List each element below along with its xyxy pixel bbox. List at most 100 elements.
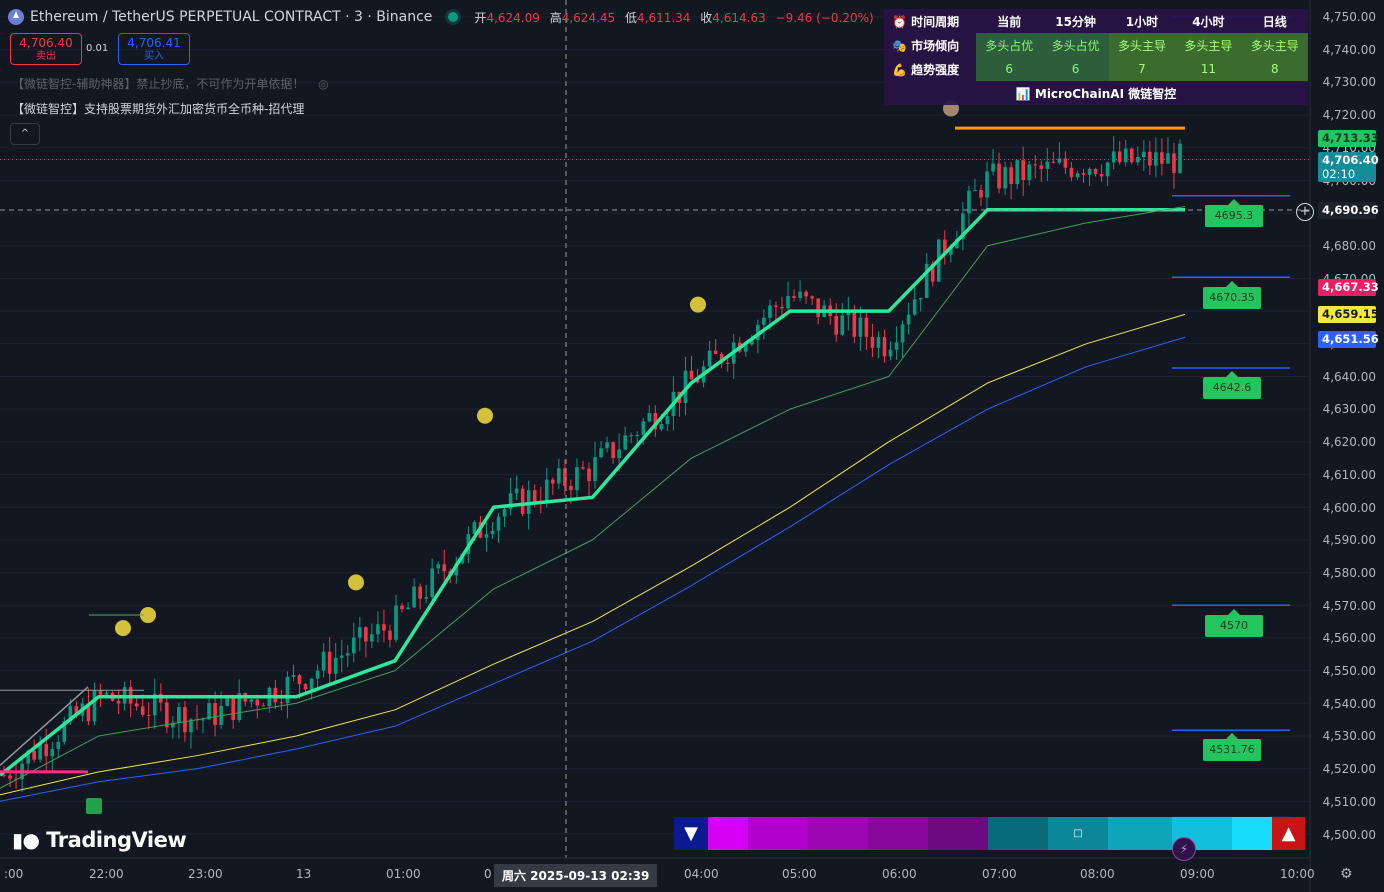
time-axis-label: 06:00: [882, 867, 917, 881]
table-cell: 6: [1042, 57, 1109, 81]
eye-hidden-icon[interactable]: ◎: [318, 77, 328, 91]
candle-body: [1123, 148, 1128, 163]
candle-body: [810, 296, 814, 299]
time-axis-label: 22:00: [89, 867, 124, 881]
spread-value: 0.01: [86, 43, 109, 54]
candle-body: [991, 163, 995, 172]
candle-body: [1033, 164, 1038, 166]
series-line-ma-blue: [0, 336, 1186, 802]
price-axis-label: 4,500.00: [1322, 827, 1376, 842]
chart-icon: 📊: [1015, 86, 1031, 101]
time-axis-label: 04:00: [684, 867, 719, 881]
candle-body: [1015, 160, 1019, 185]
collapse-legend-button[interactable]: ^: [10, 123, 40, 145]
arrow-up-icon: ▲: [1272, 817, 1305, 850]
price-axis-label: 4,530.00: [1322, 729, 1376, 744]
time-axis-label: 23:00: [188, 867, 223, 881]
candle-body: [104, 692, 109, 695]
add-alert-button[interactable]: +: [1296, 203, 1314, 221]
table-cell: 多头主导: [1175, 33, 1242, 57]
table-row-strength: 💪 趋势强度 6 6 7 11 8: [884, 57, 1308, 81]
indicator-legend-2[interactable]: 【微链智控】支持股票期货外汇加密货币全币种-招代理: [12, 100, 304, 117]
candle-body: [50, 748, 55, 757]
price-tag: 4,667.33: [1318, 279, 1379, 296]
signal-dot: [115, 620, 131, 637]
candle-body: [599, 448, 603, 458]
candle-body: [514, 488, 519, 494]
candle-body: [774, 305, 778, 307]
table-footer: 📊 MicroChainAI 微链智控: [1015, 86, 1177, 101]
momentum-segment: [1232, 817, 1272, 850]
signal-dot: [477, 407, 493, 424]
candle-body: [834, 315, 839, 335]
time-axis-label: 07:00: [982, 867, 1017, 881]
candle-body: [364, 627, 368, 642]
momentum-segment: [708, 817, 748, 850]
candle-body: [177, 706, 181, 723]
candle-body: [231, 697, 235, 721]
gear-icon[interactable]: ⚙: [1340, 866, 1353, 882]
table-header-cell: 15分钟: [1055, 14, 1096, 29]
time-axis-label: :00: [4, 867, 24, 881]
candle-body: [593, 457, 597, 482]
candle-body: [333, 657, 338, 674]
candle-body: [134, 703, 139, 707]
candle-body: [1069, 167, 1074, 178]
candle-body: [140, 706, 145, 715]
ohlc-values: 开4,624.09 高4,624.45 低4,611.34 收4,614.63 …: [474, 10, 874, 25]
candle-body: [1160, 152, 1164, 164]
time-axis-label: 05:00: [782, 867, 817, 881]
candle-body: [339, 655, 344, 658]
table-cell: 多头主导: [1108, 33, 1176, 57]
signal-level-box: 4570: [1205, 609, 1263, 637]
price-axis-label: 4,510.00: [1322, 794, 1376, 809]
price-axis-label: 4,620.00: [1322, 435, 1376, 450]
candle-body: [551, 479, 555, 484]
candle-body: [424, 597, 428, 599]
price-axis-label: 4,570.00: [1322, 598, 1376, 613]
candle-body: [207, 703, 211, 720]
candle-body: [98, 690, 103, 695]
candle-body: [309, 678, 314, 690]
momentum-segment: [748, 817, 808, 850]
candle-body: [1142, 151, 1146, 157]
candle-body: [430, 568, 434, 598]
sell-button[interactable]: 4,706.40 卖出: [10, 33, 82, 65]
signal-level-box: 4642.6: [1203, 371, 1261, 399]
candle-body: [92, 690, 97, 722]
candle-body: [297, 675, 302, 685]
signal-level-box: 4695.3: [1205, 199, 1263, 227]
candle-body: [557, 468, 561, 484]
indicator-legend-1[interactable]: 【微链智控-辅助神器】禁止抄底，不可作为开单依据！ ◎: [12, 75, 329, 92]
price-axis-label: 4,720.00: [1322, 108, 1376, 123]
candle-body: [894, 342, 899, 350]
candle-body: [816, 298, 820, 317]
price-axis-label: 4,750.00: [1322, 10, 1376, 24]
price-axis-label: 4,520.00: [1322, 762, 1376, 777]
candle-body: [665, 416, 670, 425]
candle-body: [707, 350, 712, 367]
candle-body: [798, 291, 802, 298]
candle-body: [376, 624, 380, 635]
candle-body: [713, 350, 718, 355]
price-tag: 4,651.56: [1318, 331, 1379, 348]
candle-body: [840, 315, 845, 335]
candle-body: [213, 703, 217, 725]
mask-icon: 🎭: [892, 38, 907, 53]
candle-body: [279, 702, 284, 704]
candle-body: [1172, 153, 1176, 173]
candle-body: [581, 467, 585, 469]
candle-body: [985, 171, 989, 198]
candle-body: [623, 435, 627, 450]
lightning-icon[interactable]: ⚡: [1172, 837, 1196, 861]
symbol-title[interactable]: Ethereum / TetherUS PERPETUAL CONTRACT ·…: [30, 9, 432, 25]
candle-body: [291, 675, 296, 677]
chart-canvas[interactable]: [0, 0, 1384, 892]
buy-button[interactable]: 4,706.41 买入: [118, 33, 190, 65]
candle-body: [261, 705, 266, 707]
ethereum-icon: [8, 9, 24, 25]
candle-body: [780, 306, 784, 309]
table-header-cell: 当前: [997, 14, 1022, 29]
candle-body: [876, 337, 881, 348]
time-axis-label: 01:00: [386, 867, 421, 881]
